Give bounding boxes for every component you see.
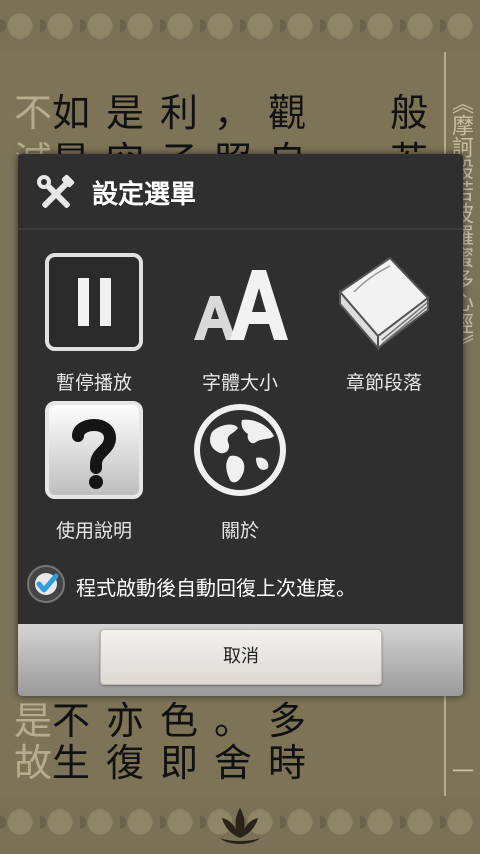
chapters-button[interactable]: 章節段落	[324, 252, 444, 394]
settings-dialog: 設定選單 暫停播放 字體大小 章節段落 使用說明 關於 程式啟動後自動回復上次進…	[18, 154, 463, 696]
about-label: 關於	[220, 520, 259, 542]
resume-progress-checkbox[interactable]: 程式啟動後自動回復上次進度。	[26, 564, 456, 604]
sutra-line-4-prefix: 故	[14, 741, 53, 785]
tools-icon	[37, 174, 75, 209]
sutra-line-2: 減是空子照自	[14, 130, 322, 154]
dialog-header: 設定選單	[18, 154, 463, 230]
sutra-line-1-prefix: 不	[14, 91, 53, 135]
sutra-right-char-2: 若	[390, 130, 428, 154]
sutra-line-1-text: 如是利，觀	[52, 91, 323, 135]
sutra-line-1: 不如是利，觀	[14, 82, 322, 137]
lotus-icon	[220, 808, 260, 844]
checkbox-checked-icon	[27, 565, 65, 603]
pause-icon	[45, 253, 143, 351]
sutra-side-bottom: 一	[452, 760, 475, 785]
globe-icon	[194, 404, 286, 496]
dialog-title: 設定選單	[92, 180, 197, 210]
resume-progress-label: 程式啟動後自動回復上次進度。	[76, 576, 356, 600]
sutra-line-4: 故生復即舍時	[14, 732, 322, 787]
sutra-line-4-text: 生復即舍時	[52, 741, 323, 785]
help-icon	[45, 401, 143, 499]
sutra-right-char-1: 般	[390, 91, 429, 135]
chapters-label: 章節段落	[345, 372, 422, 394]
pause-button[interactable]: 暫停播放	[34, 252, 154, 394]
sutra-line-2-text: 是空子照自	[52, 139, 322, 154]
font-size-icon	[194, 270, 288, 340]
pause-label: 暫停播放	[55, 372, 132, 394]
top-ornament-border	[0, 0, 480, 52]
font-size-label: 字體大小	[201, 372, 278, 394]
dialog-footer: 取消	[18, 624, 463, 696]
sutra-line-2-prefix: 減	[14, 139, 52, 154]
help-label: 使用說明	[55, 520, 132, 542]
about-button[interactable]: 關於	[180, 400, 300, 542]
font-size-button[interactable]: 字體大小	[180, 252, 300, 394]
cancel-button[interactable]: 取消	[100, 629, 382, 685]
book-icon	[338, 256, 430, 351]
help-button[interactable]: 使用說明	[34, 400, 154, 542]
